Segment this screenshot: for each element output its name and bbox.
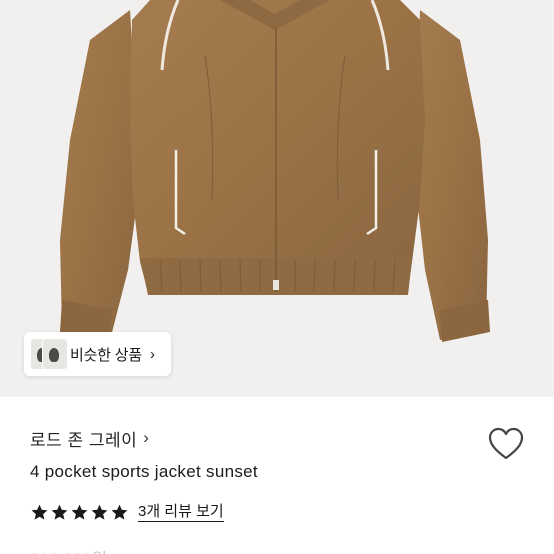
product-price: 219,000원 (30, 545, 107, 554)
star-filled-icon (111, 504, 128, 520)
chevron-right-icon: › (143, 428, 149, 447)
star-filled-icon (91, 504, 108, 520)
star-filled-icon (71, 504, 88, 520)
heart-outline-icon (488, 427, 524, 460)
star-filled-icon (31, 504, 48, 520)
rating-row: 3개 리뷰 보기 (30, 499, 224, 525)
star-filled-icon (51, 504, 68, 520)
similar-products-label: 비슷한 상품 (70, 346, 142, 364)
similar-products-button[interactable]: 비슷한 상품 › (24, 332, 171, 376)
similar-product-thumb (42, 338, 68, 370)
rating-stars (30, 503, 130, 522)
product-title: 4 pocket sports jacket sunset (30, 462, 258, 481)
reviews-link[interactable]: 3개 리뷰 보기 (138, 503, 224, 522)
store-link[interactable]: 로드 존 그레이 › (30, 426, 149, 450)
chevron-right-icon: › (149, 345, 155, 363)
wishlist-button[interactable] (487, 426, 525, 462)
similar-product-thumbnails (24, 332, 70, 376)
store-name: 로드 존 그레이 (30, 430, 138, 450)
